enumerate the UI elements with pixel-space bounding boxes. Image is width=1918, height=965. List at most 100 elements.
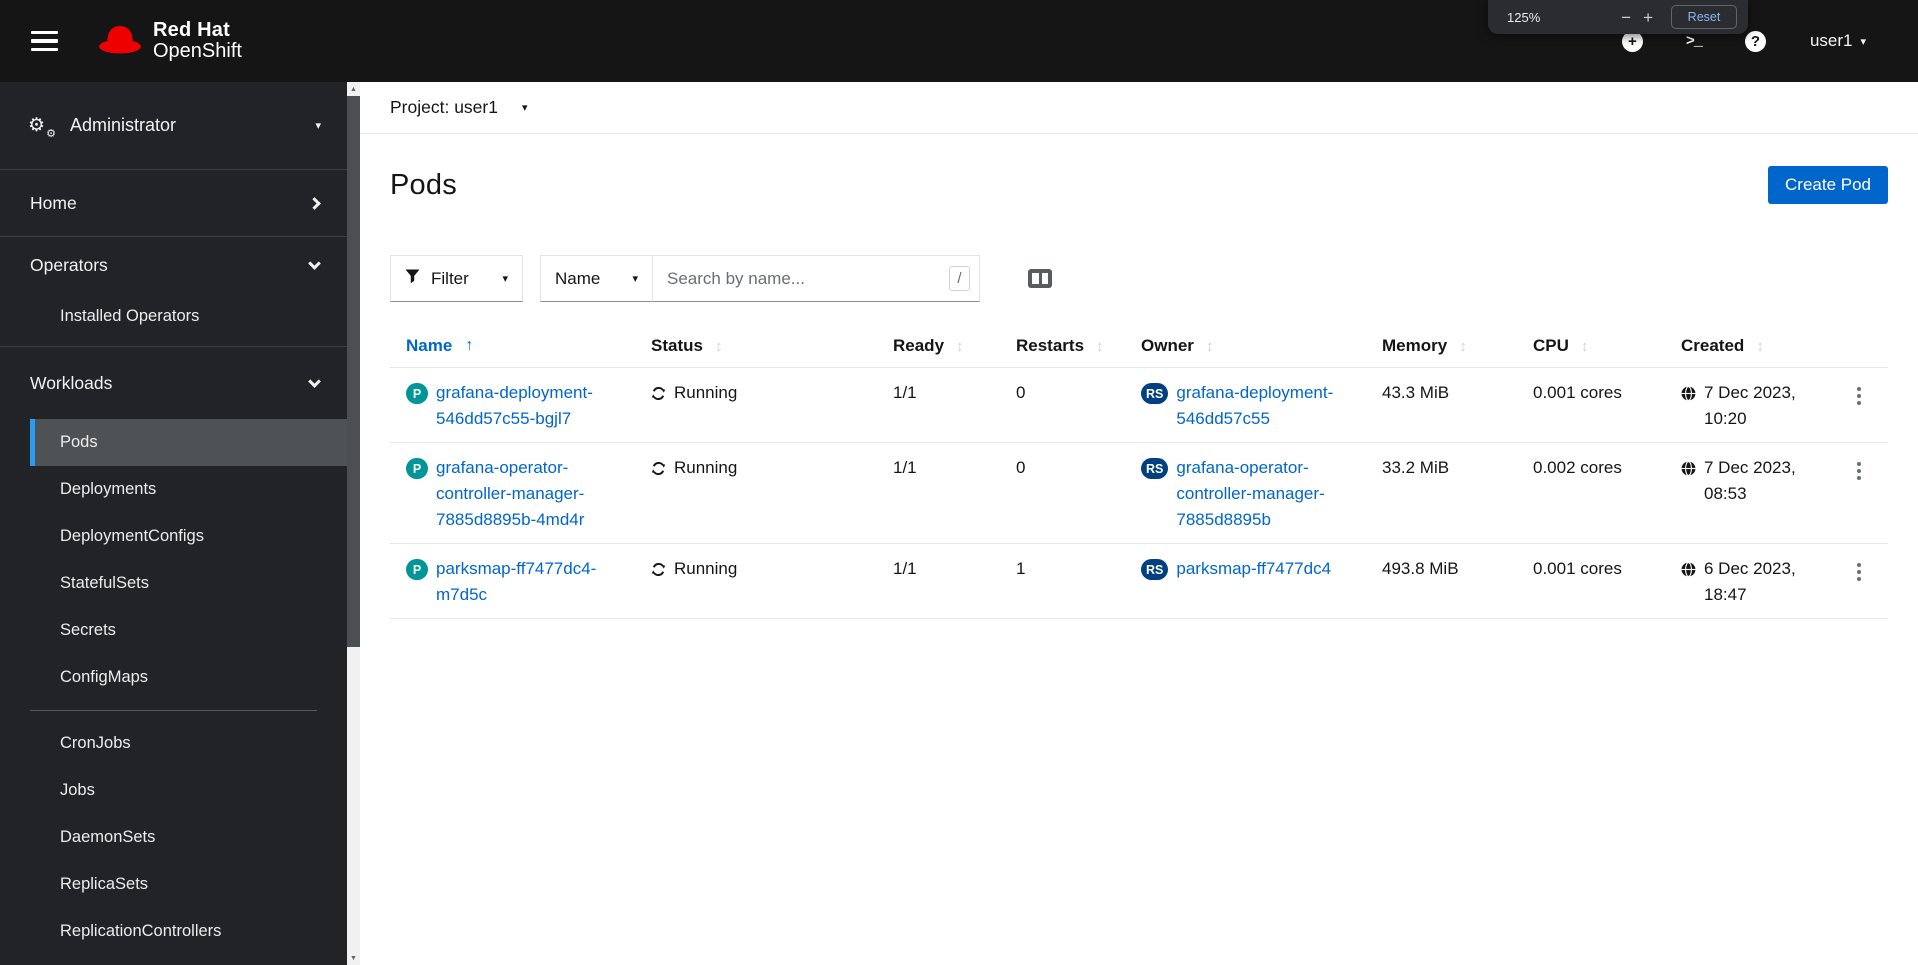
nav-section-home[interactable]: Home [0, 170, 347, 236]
column-label: CPU [1533, 336, 1569, 355]
restarts-cell: 1 [1016, 559, 1026, 578]
running-sync-icon [651, 462, 666, 475]
memory-cell: 33.2 MiB [1382, 458, 1450, 477]
actions-cell [1830, 443, 1888, 543]
column-header-status[interactable]: Status ↕ [635, 330, 877, 367]
sidebar-item-deploymentconfigs[interactable]: DeploymentConfigs [30, 513, 347, 560]
status-text: Running [674, 383, 738, 402]
zoom-in-button[interactable]: + [1637, 7, 1659, 28]
sidebar-item-jobs[interactable]: Jobs [30, 767, 347, 814]
name-cell: Pgrafana-operator-controller-manager- 788… [390, 443, 635, 543]
column-header-owner[interactable]: Owner ↕ [1125, 330, 1366, 367]
caret-down-icon[interactable]: ▾ [522, 101, 528, 114]
search-input[interactable] [653, 255, 980, 302]
column-header-ready[interactable]: Ready ↕ [877, 330, 1000, 367]
owner-link[interactable]: parksmap-ff7477dc4 [1176, 556, 1331, 582]
nav-group: Operators Installed Operators [0, 237, 347, 347]
brand-name: Red Hat [153, 19, 230, 41]
search-attribute-dropdown[interactable]: Name ▾ [540, 255, 653, 302]
nav-group: Workloads Pods Deployments DeploymentConfig… [0, 347, 347, 961]
project-selector[interactable]: Project: user1 [390, 97, 498, 118]
pod-badge: P [406, 458, 428, 479]
scrollbar-thumb[interactable] [347, 96, 360, 647]
chevron-down-icon [308, 374, 321, 388]
sidebar-item-configmaps[interactable]: ConfigMaps [30, 654, 347, 701]
filter-dropdown[interactable]: Filter ▾ [390, 255, 523, 302]
perspective-switcher[interactable]: ⚙ ⚙ Administrator ▾ [0, 82, 347, 170]
owner-cell: RS parksmap-ff7477dc4 [1125, 544, 1366, 618]
status-cell: Running [635, 368, 877, 442]
kebab-menu-button[interactable] [1853, 458, 1865, 484]
name-cell: Pparksmap-ff7477dc4- m7d5c [390, 544, 635, 618]
sidebar-item-statefulsets[interactable]: StatefulSets [30, 560, 347, 607]
zoom-out-button[interactable]: − [1615, 7, 1637, 28]
owner-cell: RS grafana-operator-controller-manager- 78… [1125, 443, 1366, 543]
status-cell: Running [635, 544, 877, 618]
pod-badge: P [406, 559, 428, 580]
pod-name-link[interactable]: grafana-operator-controller-manager- 7885… [436, 455, 584, 533]
columns-icon [1032, 273, 1039, 284]
replicaset-badge: RS [1141, 559, 1169, 580]
column-header-restarts[interactable]: Restarts ↕ [1000, 330, 1125, 367]
sidebar-item-daemonsets[interactable]: DaemonSets [30, 814, 347, 861]
status-text: Running [674, 458, 738, 477]
zoom-reset-button[interactable]: Reset [1671, 5, 1737, 29]
user-menu[interactable]: user1 ▾ [1810, 31, 1866, 51]
sort-ascending-icon: ↑ [465, 337, 474, 354]
replicaset-badge: RS [1141, 383, 1169, 404]
sidebar-item-secrets[interactable]: Secrets [30, 607, 347, 654]
sidebar-item-deployments[interactable]: Deployments [30, 466, 347, 513]
sidebar-item-replicasets[interactable]: ReplicaSets [30, 861, 347, 908]
column-header-cpu[interactable]: CPU ↕ [1517, 330, 1665, 367]
sidebar-item-installed-operators[interactable]: Installed Operators [30, 293, 347, 340]
column-header-memory[interactable]: Memory ↕ [1366, 330, 1517, 367]
sort-icon: ↕ [1459, 337, 1467, 355]
sidebar-item-pods[interactable]: Pods [30, 419, 347, 466]
nav-section-operators[interactable]: Operators [0, 237, 347, 293]
search-shortcut-badge: / [949, 266, 970, 291]
nav-divider [30, 710, 317, 711]
scroll-up-arrow-icon[interactable]: ▲ [347, 82, 360, 96]
caret-down-icon: ▾ [632, 273, 638, 285]
column-label: Name [406, 336, 453, 355]
ready-cell: 1/1 [893, 458, 917, 477]
cogs-icon: ⚙ ⚙ [28, 115, 56, 140]
redhat-openshift-logo: Red Hat OpenShift [97, 20, 242, 62]
create-pod-button[interactable]: Create Pod [1768, 166, 1888, 204]
timestamp-globe-icon [1681, 562, 1696, 577]
kebab-menu-button[interactable] [1853, 559, 1865, 585]
owner-link[interactable]: grafana-operator-controller-manager- 7885… [1176, 455, 1324, 533]
scroll-down-arrow-icon[interactable]: ▼ [347, 951, 360, 965]
nav-toggle-hamburger-icon[interactable] [25, 20, 64, 63]
sidebar-item-replicationcontrollers[interactable]: ReplicationControllers [30, 908, 347, 955]
table-body: Pgrafana-deployment- 546dd57c55-bgjl7 Runn… [390, 368, 1888, 619]
chevron-right-icon [308, 196, 321, 210]
created-timestamp: 6 Dec 2023, 18:47 [1704, 559, 1796, 604]
status-cell: Running [635, 443, 877, 543]
caret-down-icon: ▾ [502, 273, 508, 285]
pod-name-link[interactable]: grafana-deployment- 546dd57c55-bgjl7 [436, 380, 593, 432]
sidebar-item-cronjobs[interactable]: CronJobs [30, 720, 347, 767]
ready-cell: 1/1 [893, 559, 917, 578]
pod-name-link[interactable]: parksmap-ff7477dc4- m7d5c [436, 556, 596, 608]
manage-columns-button[interactable] [1028, 269, 1052, 288]
timestamp-globe-icon [1681, 386, 1696, 401]
nav-sections: Home Operators Installed Operators Workload… [0, 170, 347, 961]
sort-icon: ↕ [1205, 337, 1214, 355]
sort-icon: ↕ [1096, 337, 1104, 355]
owner-link[interactable]: grafana-deployment- 546dd57c55 [1176, 380, 1333, 432]
help-icon[interactable]: ? [1744, 30, 1766, 52]
nav-section-workloads[interactable]: Workloads [0, 347, 347, 419]
column-label: Ready [893, 336, 945, 355]
filter-toolbar: Filter ▾ Name ▾ / [360, 255, 1918, 302]
column-header-created[interactable]: Created ↕ [1665, 330, 1830, 367]
sort-icon: ↕ [714, 337, 723, 355]
sort-icon: ↕ [1580, 337, 1589, 355]
kebab-menu-button[interactable] [1853, 383, 1865, 409]
sidebar-scrollbar[interactable]: ▲ ▼ [347, 82, 360, 965]
column-header-name[interactable]: Name ↑ [390, 330, 635, 367]
sort-icon: ↕ [1756, 337, 1764, 355]
perspective-label: Administrator [70, 115, 177, 135]
restarts-cell: 0 [1016, 458, 1026, 477]
memory-cell: 493.8 MiB [1382, 559, 1459, 578]
